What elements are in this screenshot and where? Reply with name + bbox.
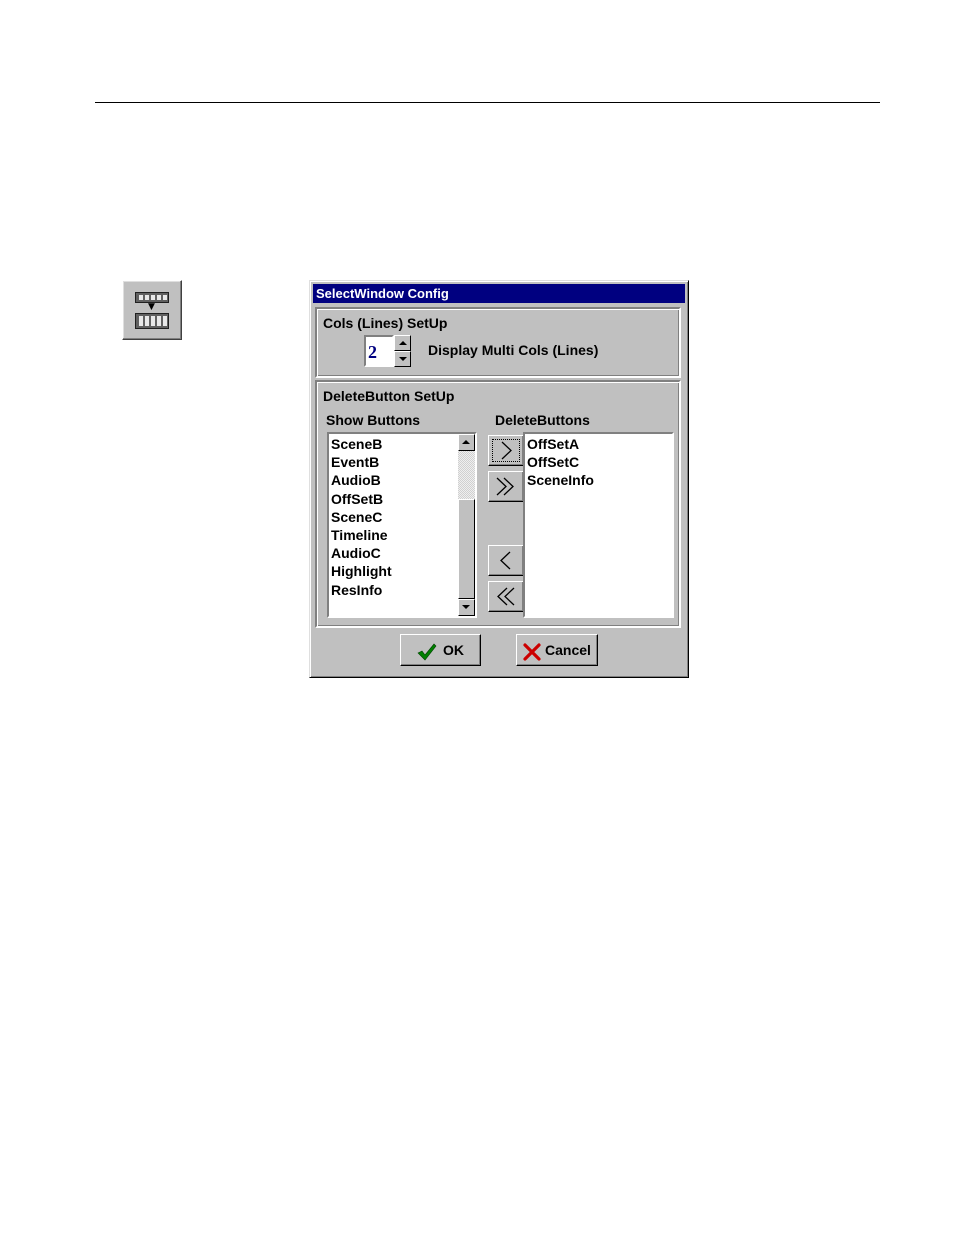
up-arrow-icon [399, 341, 407, 345]
show-list-scrollbar[interactable] [458, 434, 475, 616]
up-arrow-icon [462, 440, 470, 444]
move-left-button[interactable] [488, 545, 524, 576]
chevron-left-icon [500, 551, 511, 570]
cols-spin-value: 2 [368, 342, 377, 362]
scroll-up-button[interactable] [458, 434, 475, 451]
delete-buttons-list[interactable]: OffSetA OffSetC SceneInfo [523, 432, 674, 618]
columns-icon-bottom [135, 313, 169, 329]
list-item[interactable]: Highlight [331, 562, 392, 580]
scroll-down-button[interactable] [458, 599, 475, 616]
ok-label: OK [443, 642, 464, 658]
select-window-config-tool-button[interactable]: ▼ [122, 280, 182, 340]
cols-setup-group: Cols (Lines) SetUp 2 Display Multi Cols … [315, 307, 681, 378]
show-buttons-list[interactable]: SceneB EventB AudioB OffSetB SceneC Timeline A… [327, 432, 477, 618]
double-chevron-left-icon [497, 587, 515, 606]
list-item[interactable]: OffSetC [527, 453, 594, 471]
delete-setup-label: DeleteButton SetUp [323, 388, 455, 404]
double-chevron-right-icon [496, 477, 514, 496]
select-window-config-dialog: SelectWindow Config Cols (Lines) SetUp 2… [309, 280, 689, 678]
show-buttons-label: Show Buttons [326, 412, 421, 428]
delete-buttons-items: OffSetA OffSetC SceneInfo [527, 435, 594, 490]
scroll-thumb[interactable] [458, 499, 475, 599]
dialog-title: SelectWindow Config [313, 284, 685, 303]
list-item[interactable]: EventB [331, 453, 392, 471]
spin-down-button[interactable] [394, 351, 411, 367]
page-top-rule [95, 102, 880, 103]
delete-setup-group: DeleteButton SetUp Show Buttons DeleteBu… [315, 380, 681, 628]
cols-spin-input[interactable]: 2 [364, 335, 394, 367]
list-item[interactable]: AudioC [331, 544, 392, 562]
x-icon [523, 643, 541, 661]
down-arrow-icon [462, 605, 470, 609]
list-item[interactable]: SceneInfo [527, 471, 594, 489]
scroll-track[interactable] [458, 451, 475, 499]
delete-buttons-label: DeleteButtons [495, 412, 590, 428]
check-icon [417, 643, 437, 661]
ok-button[interactable]: OK [400, 634, 481, 666]
spin-up-button[interactable] [394, 335, 411, 351]
down-arrow-icon: ▼ [148, 302, 155, 312]
show-buttons-items: SceneB EventB AudioB OffSetB SceneC Timeline A… [331, 435, 392, 599]
list-item[interactable]: OffSetB [331, 490, 392, 508]
cols-spinner [394, 335, 411, 367]
down-arrow-icon [399, 357, 407, 361]
cancel-label: Cancel [545, 642, 591, 658]
list-item[interactable]: ResInfo [331, 581, 392, 599]
list-item[interactable]: SceneC [331, 508, 392, 526]
list-item[interactable]: OffSetA [527, 435, 594, 453]
move-all-right-button[interactable] [488, 471, 524, 502]
move-right-button[interactable] [488, 435, 524, 466]
list-item[interactable]: SceneB [331, 435, 392, 453]
list-item[interactable]: AudioB [331, 471, 392, 489]
move-all-left-button[interactable] [488, 581, 524, 612]
cancel-button[interactable]: Cancel [516, 634, 598, 666]
list-item[interactable]: Timeline [331, 526, 392, 544]
cols-setup-label: Cols (Lines) SetUp [323, 315, 448, 331]
cols-description: Display Multi Cols (Lines) [428, 342, 599, 358]
chevron-right-icon [501, 441, 512, 460]
